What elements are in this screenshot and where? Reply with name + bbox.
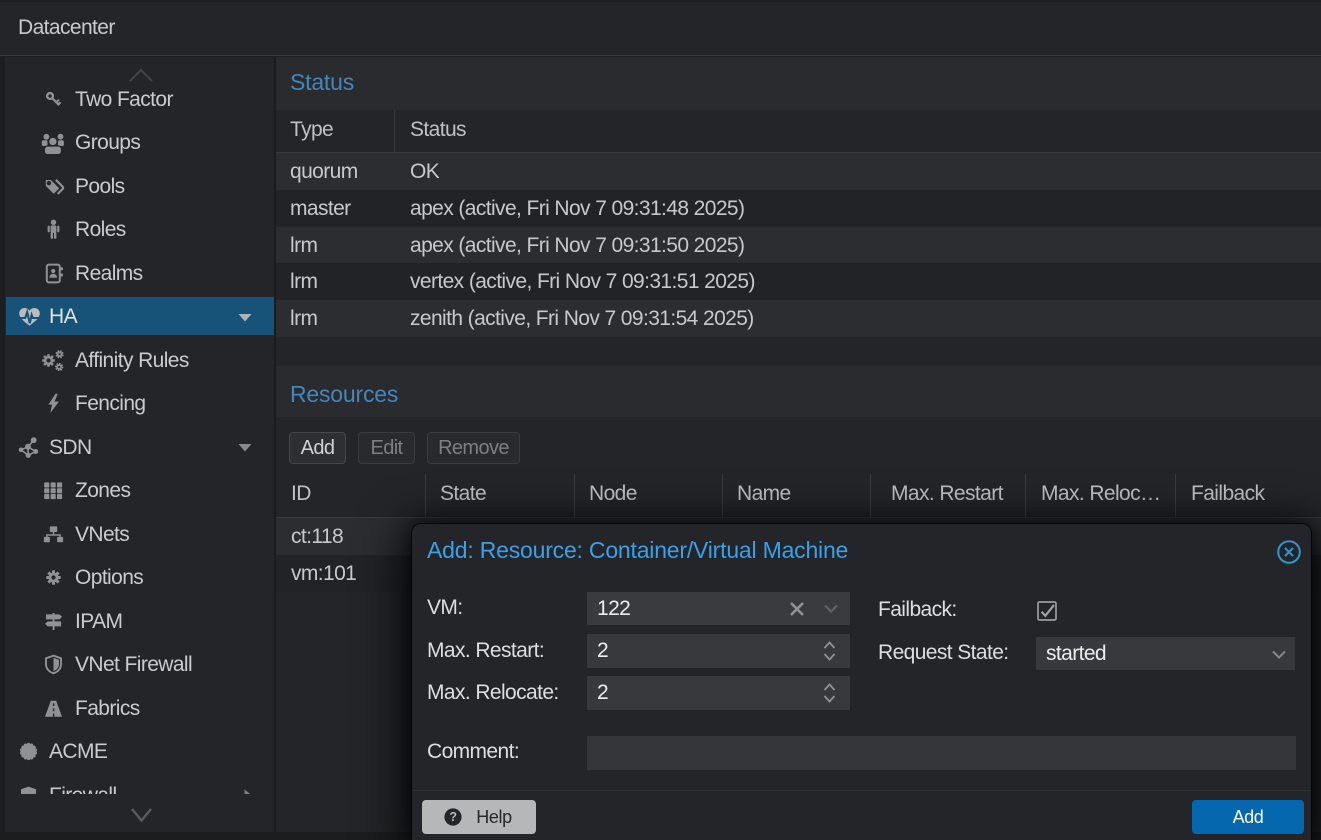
- svg-text:?: ?: [449, 810, 456, 824]
